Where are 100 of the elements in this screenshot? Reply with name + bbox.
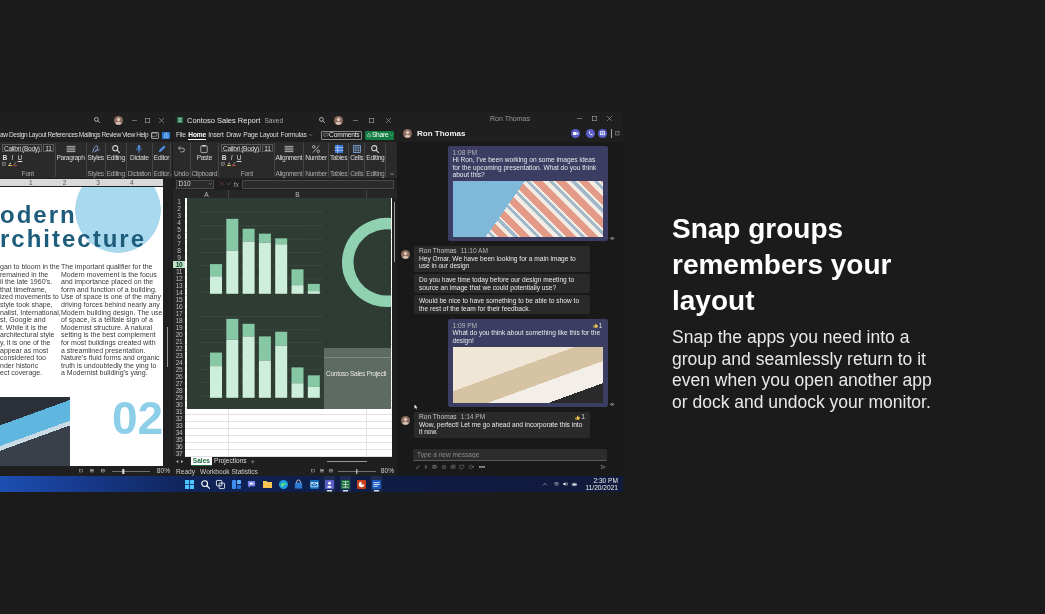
comment-icon [152, 132, 158, 138]
maximize-icon[interactable] [592, 116, 597, 121]
chart-bar [307, 283, 320, 294]
align-lines-icon [284, 145, 293, 153]
chart-bar [258, 233, 271, 294]
document-heading: odern rchitecture [0, 203, 147, 251]
avatar[interactable] [401, 249, 410, 259]
caret-icon [389, 134, 393, 136]
photo-placeholder[interactable] [452, 346, 603, 403]
page-break-view-icon[interactable] [100, 469, 105, 473]
contact-name: Ron Thomas [417, 129, 466, 138]
plus-icon[interactable] [250, 459, 255, 464]
swirl-icon [278, 479, 288, 489]
spreadsheet-icon [177, 117, 183, 123]
page-layout-icon[interactable] [89, 469, 94, 473]
battery-icon[interactable] [572, 482, 578, 486]
send-icon[interactable] [600, 465, 605, 469]
right-arrow-icon[interactable] [181, 459, 184, 464]
chart-bar [291, 269, 304, 294]
section-number: 02 [112, 397, 163, 439]
page-break-view-icon[interactable] [328, 469, 333, 473]
taskbar-button[interactable] [339, 476, 351, 492]
avatar[interactable] [401, 415, 410, 425]
mail-icon [309, 479, 319, 489]
chart-bar [275, 331, 288, 398]
pen-icon [157, 145, 166, 153]
chart-bar [307, 375, 320, 398]
share-icon [163, 132, 169, 138]
search-icon [200, 479, 210, 489]
close-icon[interactable] [159, 117, 164, 123]
chart-bar [242, 228, 255, 294]
caret-icon[interactable] [390, 172, 394, 175]
minimize-icon[interactable] [353, 119, 358, 121]
close-icon[interactable] [607, 116, 612, 121]
eye-icon [609, 402, 614, 406]
avatar [403, 129, 412, 138]
chart-bar [210, 264, 222, 294]
taskbar-button[interactable] [324, 476, 336, 492]
highlighter-icon[interactable] [226, 162, 231, 166]
font-color-icon[interactable] [232, 162, 237, 166]
align-lines-icon [66, 145, 75, 153]
search-icon [371, 145, 380, 153]
thumbs-up-icon[interactable] [575, 414, 581, 420]
speaker-icon[interactable] [563, 482, 569, 486]
left-arrow-icon[interactable] [176, 459, 179, 464]
search-icon[interactable] [94, 117, 100, 123]
maximize-icon[interactable] [145, 117, 150, 123]
pop-out-icon[interactable] [614, 131, 619, 136]
font-color-icon[interactable] [13, 162, 17, 166]
highlighter-icon[interactable] [7, 162, 12, 166]
normal-view-icon[interactable] [78, 469, 83, 473]
chart-bar [291, 367, 304, 398]
microphone-icon [135, 145, 144, 153]
pie-chart-tile-icon [356, 479, 366, 489]
chart-bar [275, 238, 288, 294]
close-icon[interactable] [386, 117, 391, 123]
comment-button[interactable] [150, 131, 159, 139]
borders-icon[interactable] [2, 162, 6, 166]
feature-heading: Snap groups remembers your layout [672, 212, 893, 318]
photo-placeholder[interactable] [452, 180, 603, 237]
page-layout-icon[interactable] [319, 469, 324, 473]
spreadsheet-icon [340, 479, 350, 489]
normal-view-icon[interactable] [310, 469, 315, 473]
photo-placeholder [0, 397, 70, 466]
wifi-icon[interactable] [554, 482, 560, 486]
eye-icon [609, 237, 614, 240]
cursor-icon [414, 404, 419, 410]
avatar[interactable] [114, 115, 123, 125]
avatar[interactable] [334, 115, 343, 125]
grid-icon [352, 145, 361, 153]
share-button[interactable] [162, 131, 170, 139]
percent-icon [312, 145, 321, 153]
camera-icon[interactable] [469, 465, 475, 469]
borders-icon[interactable] [221, 162, 226, 166]
comment-icon [323, 133, 329, 137]
maximize-icon[interactable] [369, 117, 374, 123]
search-icon [111, 145, 120, 153]
thumbs-up-icon[interactable] [592, 323, 598, 329]
chart-bar [258, 336, 271, 398]
squiggle-icon [91, 145, 100, 153]
undo-icon[interactable] [177, 146, 185, 153]
caret-icon [208, 183, 212, 185]
share-icon [366, 133, 371, 137]
task-view-icon [216, 479, 226, 489]
chart-bar [210, 352, 222, 398]
clipboard-icon [200, 145, 209, 153]
caret-icon[interactable] [309, 134, 313, 136]
share-screen-icon[interactable] [597, 129, 607, 138]
video-call-icon[interactable] [570, 129, 580, 138]
minimize-icon[interactable] [132, 119, 137, 121]
check-icon[interactable] [226, 182, 231, 186]
shopping-bag-icon [294, 479, 304, 489]
formula-input[interactable] [241, 179, 394, 189]
phone-call-icon[interactable] [585, 129, 595, 138]
loop-icon[interactable] [432, 465, 437, 469]
table-icon [334, 145, 343, 153]
taskbar-button[interactable] [371, 476, 383, 492]
feature-description: Snap the apps you need into a group and seamlessly return to it even when you open another app or dock and undock your monitor. [672, 327, 933, 413]
search-icon[interactable] [319, 117, 325, 123]
widgets-icon [231, 479, 241, 489]
